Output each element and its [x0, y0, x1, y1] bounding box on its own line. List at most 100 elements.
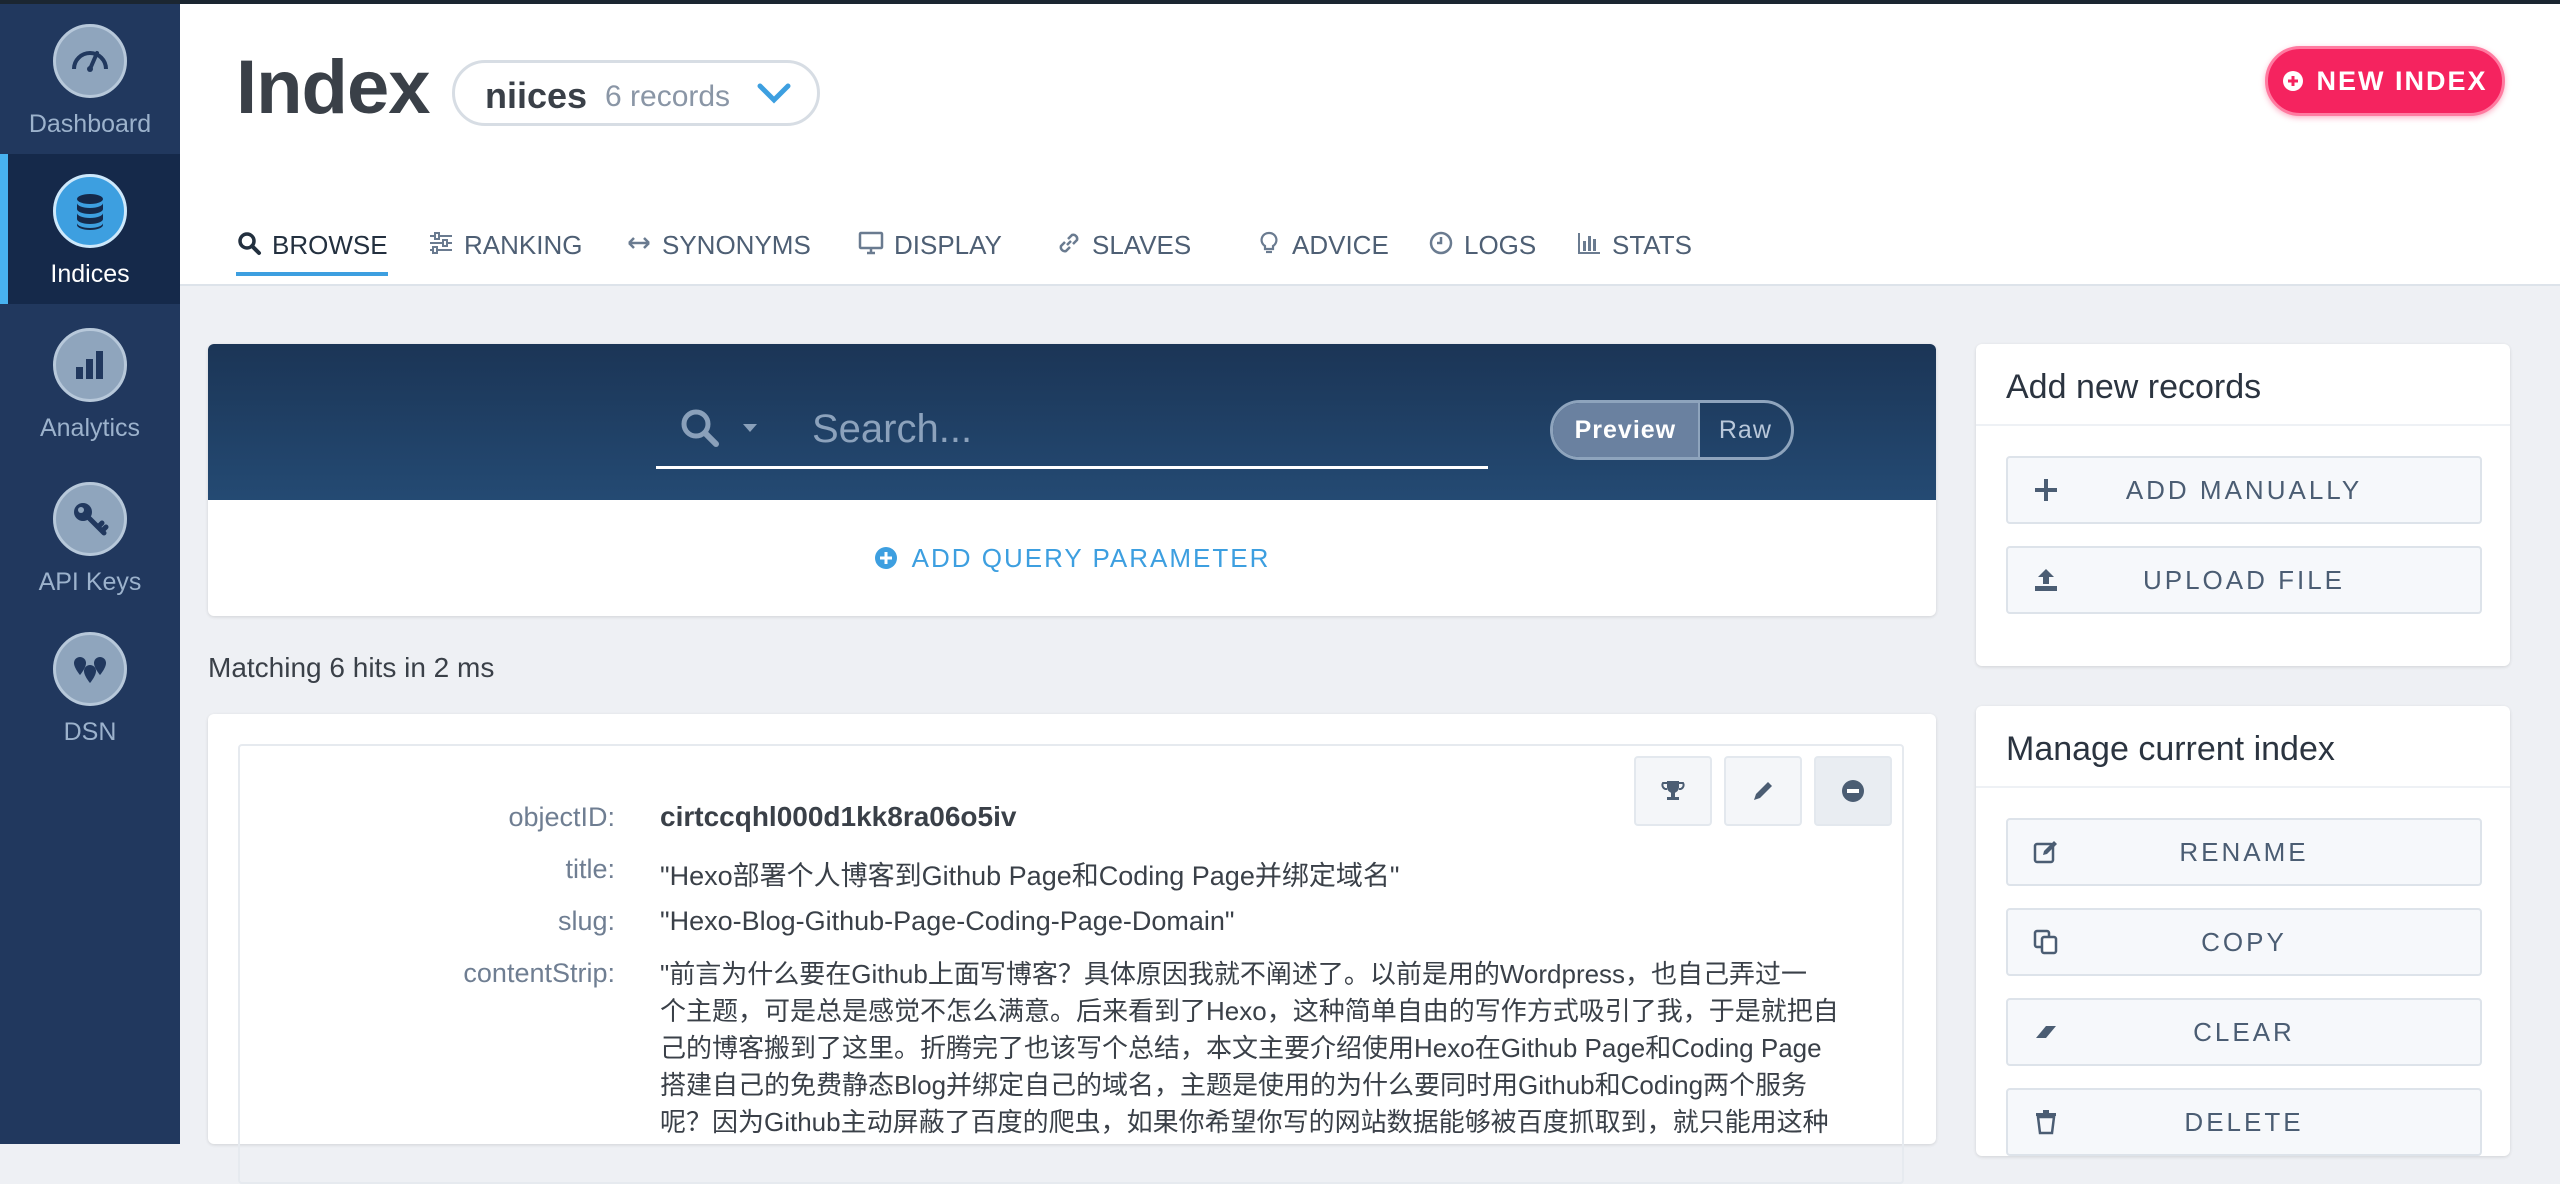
- sidebar-item-label: Analytics: [39, 414, 141, 442]
- copy-icon: [2033, 929, 2058, 955]
- manage-index-panel: Manage current index RENAME COPY CLEAR D…: [1976, 706, 2510, 1156]
- promote-button[interactable]: [1634, 756, 1712, 826]
- tab-slaves[interactable]: SLAVES: [1056, 230, 1191, 280]
- new-index-button[interactable]: NEW INDEX: [2265, 46, 2505, 116]
- sidebar-item-label: DSN: [63, 718, 117, 746]
- search-banner: Preview Raw: [208, 344, 1936, 500]
- tab-label: ADVICE: [1292, 230, 1389, 260]
- trash-icon: [2036, 1110, 2056, 1135]
- link-icon: [1059, 233, 1079, 253]
- rename-button[interactable]: RENAME: [2006, 818, 2482, 886]
- tab-display[interactable]: DISPLAY: [858, 230, 1002, 280]
- database-icon: [53, 174, 127, 248]
- title-label: title:: [565, 854, 615, 884]
- content-line: 搭建自己的免费静态Blog并绑定自己的域名，主题是使用的为什么要同时用Githu…: [660, 1070, 1808, 1100]
- index-name: niices: [485, 75, 588, 116]
- tab-stats[interactable]: STATS: [1576, 230, 1692, 280]
- slug-value: "Hexo-Blog-Github-Page-Coding-Page-Domai…: [660, 906, 1235, 936]
- button-label: UPLOAD FILE: [2142, 564, 2346, 595]
- tab-label: LOGS: [1464, 230, 1537, 260]
- sliders-icon: [430, 232, 452, 254]
- arrows-horizontal-icon: [628, 237, 650, 249]
- tab-browse[interactable]: BROWSE: [236, 230, 388, 280]
- search-icon: [238, 232, 261, 255]
- button-label: CLEAR: [2193, 1016, 2295, 1047]
- eraser-icon: [2036, 1026, 2056, 1038]
- sidebar-item-label: Dashboard: [28, 110, 152, 138]
- tab-label: SLAVES: [1092, 230, 1192, 260]
- plus-circle-icon: [874, 547, 897, 569]
- clear-button[interactable]: CLEAR: [2006, 998, 2482, 1066]
- sidebar-item-dashboard[interactable]: Dashboard: [0, 4, 180, 154]
- plus-circle-icon: [2283, 71, 2304, 91]
- search-input[interactable]: [810, 400, 1464, 458]
- tab-advice[interactable]: ADVICE: [1256, 230, 1389, 280]
- tab-synonyms[interactable]: SYNONYMS: [626, 230, 811, 280]
- button-label: RENAME: [2179, 836, 2309, 867]
- upload-file-button[interactable]: UPLOAD FILE: [2006, 546, 2482, 614]
- sidebar-item-indices[interactable]: Indices: [0, 154, 180, 304]
- add-query-parameter-button[interactable]: ADD QUERY PARAMETER: [208, 500, 1936, 616]
- content-label: contentStrip:: [463, 958, 615, 988]
- upload-icon: [2035, 569, 2057, 591]
- tab-ranking[interactable]: RANKING: [428, 230, 582, 280]
- add-query-parameter-label: ADD QUERY PARAMETER: [911, 542, 1271, 573]
- results-summary: Matching 6 hits in 2 ms: [208, 652, 495, 683]
- button-label: DELETE: [2184, 1106, 2304, 1137]
- objectid-label: objectID:: [508, 802, 615, 832]
- panel-title: Manage current index: [2006, 730, 2335, 768]
- pencil-icon: [1754, 782, 1772, 800]
- search-icon[interactable]: [678, 406, 722, 450]
- plus-icon: [2035, 479, 2057, 501]
- divider: [1976, 786, 2510, 788]
- tab-label: RANKING: [464, 230, 583, 260]
- sidebar-item-api-keys[interactable]: API Keys: [0, 462, 180, 612]
- monitor-icon: [858, 231, 884, 255]
- copy-button[interactable]: COPY: [2006, 908, 2482, 976]
- tab-label: STATS: [1612, 230, 1692, 260]
- search-underline: [656, 466, 1488, 469]
- panel-title: Add new records: [2006, 368, 2262, 406]
- tab-label: BROWSE: [272, 230, 388, 260]
- map-pins-icon: [53, 632, 127, 706]
- sidebar-item-label: Indices: [50, 260, 130, 288]
- delete-record-button[interactable]: [1814, 756, 1892, 826]
- new-index-label: NEW INDEX: [2316, 65, 2488, 96]
- index-selector[interactable]: niices 6 records: [452, 60, 820, 126]
- edit-square-icon: [2033, 841, 2057, 864]
- button-label: COPY: [2201, 926, 2287, 957]
- objectid-value: cirtccqhl000d1kk8ra06o5iv: [660, 801, 1017, 832]
- raw-toggle[interactable]: Raw: [1697, 403, 1791, 457]
- index-record-count: 6 records: [605, 80, 731, 113]
- tab-logs[interactable]: LOGS: [1428, 230, 1536, 280]
- key-icon: [53, 482, 127, 556]
- gauge-icon: [53, 24, 127, 98]
- sidebar-item-dsn[interactable]: DSN: [0, 612, 180, 762]
- record-item: objectID: cirtccqhl000d1kk8ra06o5iv titl…: [238, 744, 1904, 1184]
- trophy-icon: [1661, 781, 1685, 800]
- minus-circle-icon: [1842, 780, 1864, 802]
- chevron-down-icon: [757, 83, 791, 104]
- add-records-panel: Add new records ADD MANUALLY UPLOAD FILE: [1976, 344, 2510, 666]
- sidebar: Dashboard Indices Analytics API Keys DSN: [0, 4, 180, 1144]
- divider: [1976, 424, 2510, 426]
- sidebar-item-analytics[interactable]: Analytics: [0, 308, 180, 458]
- lightbulb-icon: [1260, 231, 1278, 254]
- search-card: Preview Raw ADD QUERY PARAMETER: [208, 344, 1936, 616]
- caret-down-icon[interactable]: [743, 424, 757, 432]
- page-title: Index: [236, 45, 430, 130]
- stats-icon: [1578, 233, 1600, 254]
- preview-toggle[interactable]: Preview: [1553, 403, 1698, 457]
- delete-index-button[interactable]: DELETE: [2006, 1088, 2482, 1156]
- title-value: "Hexo部署个人博客到Github Page和Coding Page并绑定域名…: [660, 861, 1400, 891]
- tab-label: SYNONYMS: [662, 230, 811, 260]
- bar-chart-icon: [53, 328, 127, 402]
- content-line: 个主题，可是总是感觉不怎么满意。后来看到了Hexo，这种简单自由的写作方式吸引了…: [660, 996, 1839, 1026]
- content-value: "前言为什么要在Github上面写博客？具体原因我就不阐述了。以前是用的Word…: [660, 956, 1860, 1141]
- tab-label: DISPLAY: [894, 230, 1002, 260]
- content-line: "前言为什么要在Github上面写博客？具体原因我就不阐述了。以前是用的Word…: [660, 959, 1808, 989]
- edit-button[interactable]: [1724, 756, 1802, 826]
- add-manually-button[interactable]: ADD MANUALLY: [2006, 456, 2482, 524]
- button-label: ADD MANUALLY: [2125, 474, 2363, 505]
- page-header: Index niices 6 records NEW INDEX BROWSE …: [180, 4, 2560, 286]
